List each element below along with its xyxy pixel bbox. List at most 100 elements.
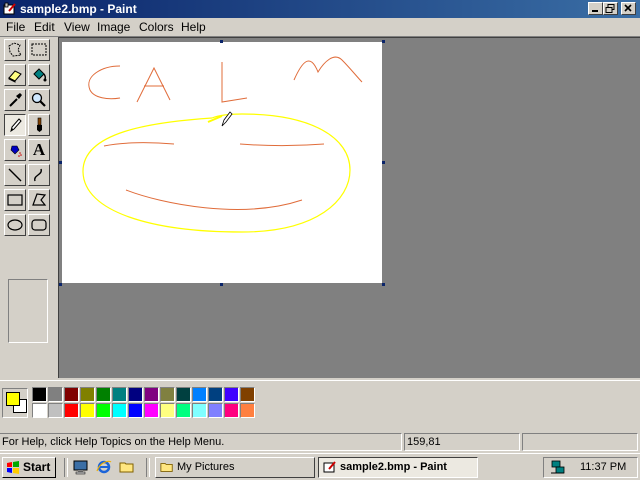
palette-swatch[interactable] (48, 403, 63, 418)
ellipse-icon (7, 219, 23, 231)
task-label: sample2.bmp - Paint (340, 461, 447, 473)
airbrush-tool[interactable] (4, 139, 26, 161)
magnifier-tool[interactable] (28, 89, 50, 111)
rect-select-icon (31, 43, 47, 56)
drawing-canvas[interactable] (62, 42, 382, 283)
airbrush-icon (10, 145, 22, 157)
task-paint[interactable]: sample2.bmp - Paint (318, 457, 478, 478)
palette-swatch[interactable] (112, 403, 127, 418)
rectangle-tool[interactable] (4, 189, 26, 211)
brush-icon (37, 117, 42, 132)
free-form-select-tool[interactable] (4, 39, 26, 61)
palette-swatch[interactable] (64, 387, 79, 402)
palette-swatch[interactable] (144, 387, 159, 402)
minimize-button[interactable] (588, 2, 603, 15)
palette-swatch[interactable] (208, 387, 223, 402)
menu-help[interactable]: Help (181, 20, 206, 35)
start-button[interactable]: Start (2, 457, 56, 478)
text-icon: A (32, 140, 46, 159)
clock[interactable]: 11:37 PM (580, 461, 626, 473)
palette-swatch[interactable] (112, 387, 127, 402)
eraser-icon (8, 70, 22, 83)
paint-bucket-icon (33, 68, 47, 82)
pencil-icon (10, 118, 22, 133)
close-button[interactable] (621, 2, 636, 15)
pencil-tool[interactable] (4, 114, 26, 136)
magnifier-icon (31, 92, 46, 107)
internet-explorer-icon[interactable] (96, 459, 112, 475)
menu-view[interactable]: View (64, 20, 90, 35)
palette-swatch[interactable] (208, 403, 223, 418)
curve-tool[interactable] (28, 164, 50, 186)
title-bar[interactable]: sample2.bmp - Paint (0, 0, 640, 18)
resize-handle-right[interactable] (382, 161, 385, 164)
palette-swatch[interactable] (48, 387, 63, 402)
windows-logo-icon (7, 461, 19, 474)
current-colors[interactable] (2, 388, 28, 418)
menu-edit[interactable]: Edit (34, 20, 55, 35)
system-tray: 11:37 PM (543, 457, 638, 478)
palette-swatch[interactable] (128, 403, 143, 418)
resize-handle-bottom-left (59, 283, 62, 286)
folder-icon[interactable] (119, 459, 135, 475)
palette-swatch[interactable] (176, 387, 191, 402)
palette-swatch[interactable] (240, 403, 255, 418)
palette-swatch[interactable] (64, 403, 79, 418)
close-icon (624, 4, 632, 12)
text-tool[interactable]: A (28, 139, 50, 161)
minimize-icon (592, 10, 598, 12)
status-help-text: For Help, click Help Topics on the Help … (0, 433, 402, 451)
status-coordinates: 159,81 (404, 433, 520, 451)
palette-swatch[interactable] (160, 387, 175, 402)
palette-swatch[interactable] (32, 403, 47, 418)
palette-swatch[interactable] (160, 403, 175, 418)
task-label: My Pictures (177, 461, 235, 473)
tool-options-box[interactable] (8, 279, 48, 343)
ellipse-tool[interactable] (4, 214, 26, 236)
palette-swatch[interactable] (128, 387, 143, 402)
restore-button[interactable] (603, 2, 618, 15)
network-icon[interactable] (550, 460, 566, 475)
palette-swatch[interactable] (192, 403, 207, 418)
select-tool[interactable] (28, 39, 50, 61)
palette-swatch[interactable] (224, 403, 239, 418)
free-select-icon (8, 42, 22, 57)
palette-swatch[interactable] (80, 387, 95, 402)
desktop-icon[interactable] (73, 459, 89, 475)
fill-tool[interactable] (28, 64, 50, 86)
canvas-drawing (82, 56, 363, 233)
resize-handle-left (59, 161, 62, 164)
brush-tool[interactable] (28, 114, 50, 136)
taskbar-divider (64, 458, 68, 477)
palette-swatch[interactable] (192, 387, 207, 402)
resize-handle-bottom[interactable] (220, 283, 223, 286)
folder-icon (160, 463, 173, 472)
menu-file[interactable]: File (6, 20, 25, 35)
toolbox: A (0, 37, 58, 378)
eyedropper-icon (9, 93, 22, 107)
menu-bar: File Edit View Image Colors Help (0, 18, 640, 37)
palette-swatch[interactable] (96, 387, 111, 402)
menu-image[interactable]: Image (97, 20, 130, 35)
line-tool[interactable] (4, 164, 26, 186)
taskbar: Start My Pictures sample2.bmp - Paint 11… (0, 453, 640, 480)
resize-handle-top (220, 40, 223, 43)
palette-swatch[interactable] (176, 403, 191, 418)
task-my-pictures[interactable]: My Pictures (155, 457, 315, 478)
palette-swatch[interactable] (224, 387, 239, 402)
palette-swatch[interactable] (80, 403, 95, 418)
resize-handle-bottom-right[interactable] (382, 283, 385, 286)
rounded-rectangle-tool[interactable] (28, 214, 50, 236)
palette-swatch[interactable] (96, 403, 111, 418)
curve-icon (34, 168, 42, 182)
eraser-tool[interactable] (4, 64, 26, 86)
status-bar: For Help, click Help Topics on the Help … (0, 431, 640, 453)
polygon-tool[interactable] (28, 189, 50, 211)
taskbar-divider (146, 458, 150, 477)
menu-colors[interactable]: Colors (139, 20, 174, 35)
palette-swatch[interactable] (32, 387, 47, 402)
paint-app-icon[interactable] (3, 2, 17, 16)
pick-color-tool[interactable] (4, 89, 26, 111)
palette-swatch[interactable] (144, 403, 159, 418)
palette-swatch[interactable] (240, 387, 255, 402)
